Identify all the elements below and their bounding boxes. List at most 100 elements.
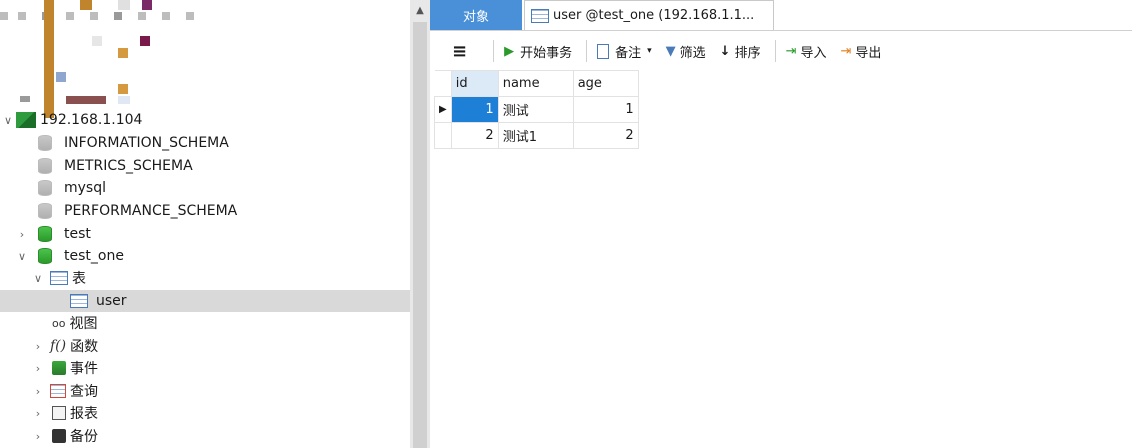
report-icon bbox=[52, 406, 66, 420]
data-grid: id name age ▶ 1 测试 1 2 测试1 2 bbox=[434, 70, 639, 149]
cell-id[interactable]: 1 bbox=[450, 96, 499, 123]
chevron-right-icon[interactable]: › bbox=[30, 362, 46, 375]
cell-name[interactable]: 测试 bbox=[497, 96, 574, 123]
backups-group[interactable]: › 备份 bbox=[30, 425, 98, 447]
database-node[interactable]: ∨ test_one bbox=[14, 245, 124, 267]
cell-id[interactable]: 2 bbox=[450, 122, 499, 149]
database-icon bbox=[38, 226, 52, 242]
row-indicator bbox=[434, 122, 452, 149]
database-label: mysql bbox=[64, 180, 106, 196]
navigator-scrollbar[interactable]: ▲ bbox=[410, 0, 430, 448]
database-icon bbox=[38, 158, 52, 174]
database-node[interactable]: METRICS_SCHEMA bbox=[38, 155, 193, 177]
navigator-panel: ∨ 192.168.1.104 INFORMATION_SCHEMA METRI… bbox=[0, 0, 410, 448]
database-icon bbox=[38, 248, 52, 264]
cell-age[interactable]: 2 bbox=[572, 122, 639, 149]
database-icon bbox=[38, 180, 52, 196]
column-header[interactable]: id bbox=[450, 70, 499, 97]
scroll-up-arrow-icon[interactable]: ▲ bbox=[410, 0, 430, 20]
begin-transaction-label: 开始事务 bbox=[520, 45, 573, 61]
import-label: 导入 bbox=[800, 45, 827, 61]
events-label: 事件 bbox=[70, 361, 98, 377]
transaction-icon: ▶ bbox=[504, 43, 515, 59]
chevron-down-icon[interactable]: ∨ bbox=[30, 272, 46, 285]
grid-header-row: id name age bbox=[434, 70, 639, 97]
memo-label: 备注 bbox=[615, 45, 642, 61]
database-node[interactable]: PERFORMANCE_SCHEMA bbox=[38, 200, 237, 222]
scrollbar-thumb[interactable] bbox=[413, 22, 427, 448]
chevron-right-icon[interactable]: › bbox=[30, 385, 46, 398]
query-icon bbox=[50, 384, 66, 398]
database-label: test_one bbox=[64, 248, 124, 264]
tab-user-table[interactable]: user @test_one (192.168.1.1... bbox=[524, 0, 774, 30]
reports-group[interactable]: › 报表 bbox=[30, 402, 98, 424]
chevron-down-icon[interactable]: ∨ bbox=[14, 250, 30, 263]
connection-icon bbox=[16, 112, 36, 128]
table-row[interactable]: ▶ 1 测试 1 bbox=[434, 96, 639, 123]
filter-button[interactable]: ▼ 筛选 bbox=[666, 42, 706, 61]
event-clock-icon bbox=[52, 361, 66, 375]
chevron-right-icon[interactable]: › bbox=[30, 340, 46, 353]
table-icon bbox=[50, 271, 68, 285]
hamburger-menu-icon: ≡ bbox=[452, 40, 468, 62]
cell-age[interactable]: 1 bbox=[572, 96, 639, 123]
views-label: 视图 bbox=[69, 316, 98, 332]
filter-funnel-icon: ▼ bbox=[665, 43, 676, 59]
tab-objects[interactable]: 对象 bbox=[430, 0, 522, 30]
backup-icon bbox=[52, 429, 66, 443]
sort-label: 排序 bbox=[734, 45, 761, 61]
table-row[interactable]: 2 测试1 2 bbox=[434, 122, 639, 149]
export-icon: ⇥ bbox=[840, 43, 852, 59]
events-group[interactable]: › 事件 bbox=[30, 357, 98, 379]
database-icon bbox=[38, 203, 52, 219]
current-row-indicator-icon: ▶ bbox=[434, 96, 452, 123]
begin-transaction-button[interactable]: ▶ 开始事务 bbox=[504, 42, 572, 61]
database-node[interactable]: › test bbox=[14, 223, 91, 245]
reports-label: 报表 bbox=[70, 406, 98, 422]
connection-label: 192.168.1.104 bbox=[40, 112, 143, 128]
table-icon bbox=[531, 8, 549, 23]
filter-label: 筛选 bbox=[679, 45, 706, 61]
function-icon: f() bbox=[50, 338, 67, 354]
blurred-connection-list bbox=[0, 0, 260, 118]
views-group[interactable]: oo 视图 bbox=[52, 312, 97, 334]
database-node[interactable]: mysql bbox=[38, 177, 106, 199]
database-label: METRICS_SCHEMA bbox=[64, 158, 193, 174]
table-user-node[interactable]: user bbox=[0, 290, 410, 312]
column-header[interactable]: age bbox=[572, 70, 639, 97]
queries-group[interactable]: › 查询 bbox=[30, 380, 98, 402]
dropdown-arrow-icon[interactable]: ▾ bbox=[647, 46, 652, 56]
database-label: INFORMATION_SCHEMA bbox=[64, 135, 229, 151]
grid-toolbar: ≡ ▶ 开始事务 备注 ▾ ▼ 筛选 ↓ 排序 ⇥ 导入 ⇥ 导出 bbox=[430, 34, 1132, 68]
tab-bar: 对象 user @test_one (192.168.1.1... bbox=[430, 0, 1132, 31]
toolbar-divider bbox=[774, 40, 776, 62]
menu-button[interactable]: ≡ bbox=[452, 41, 467, 62]
chevron-right-icon[interactable]: › bbox=[14, 228, 30, 241]
import-button[interactable]: ⇥ 导入 bbox=[786, 42, 827, 61]
functions-label: 函数 bbox=[70, 339, 99, 355]
backups-label: 备份 bbox=[70, 429, 98, 445]
connection-node[interactable]: ∨ 192.168.1.104 bbox=[0, 109, 142, 131]
row-indicator-header bbox=[434, 70, 452, 97]
memo-button[interactable]: 备注 ▾ bbox=[597, 42, 652, 61]
chevron-right-icon[interactable]: › bbox=[30, 407, 46, 420]
view-glasses-icon: oo bbox=[52, 316, 66, 330]
queries-label: 查询 bbox=[70, 384, 98, 400]
export-button[interactable]: ⇥ 导出 bbox=[841, 42, 882, 61]
main-panel: 对象 user @test_one (192.168.1.1... ≡ ▶ 开始… bbox=[430, 0, 1132, 448]
chevron-down-icon[interactable]: ∨ bbox=[0, 114, 16, 127]
import-icon: ⇥ bbox=[785, 43, 797, 59]
sort-icon: ↓ bbox=[719, 43, 731, 59]
column-header[interactable]: name bbox=[497, 70, 574, 97]
tab-user-label: user @test_one (192.168.1.1... bbox=[553, 8, 755, 23]
memo-icon bbox=[597, 43, 610, 59]
toolbar-divider bbox=[493, 40, 495, 62]
chevron-right-icon[interactable]: › bbox=[30, 430, 46, 443]
tables-group[interactable]: ∨ 表 bbox=[30, 267, 86, 289]
functions-group[interactable]: › f() 函数 bbox=[30, 335, 98, 357]
database-icon bbox=[38, 135, 52, 151]
database-node[interactable]: INFORMATION_SCHEMA bbox=[38, 132, 229, 154]
cell-name[interactable]: 测试1 bbox=[497, 122, 574, 149]
table-label: user bbox=[96, 293, 127, 309]
sort-button[interactable]: ↓ 排序 bbox=[720, 42, 761, 61]
